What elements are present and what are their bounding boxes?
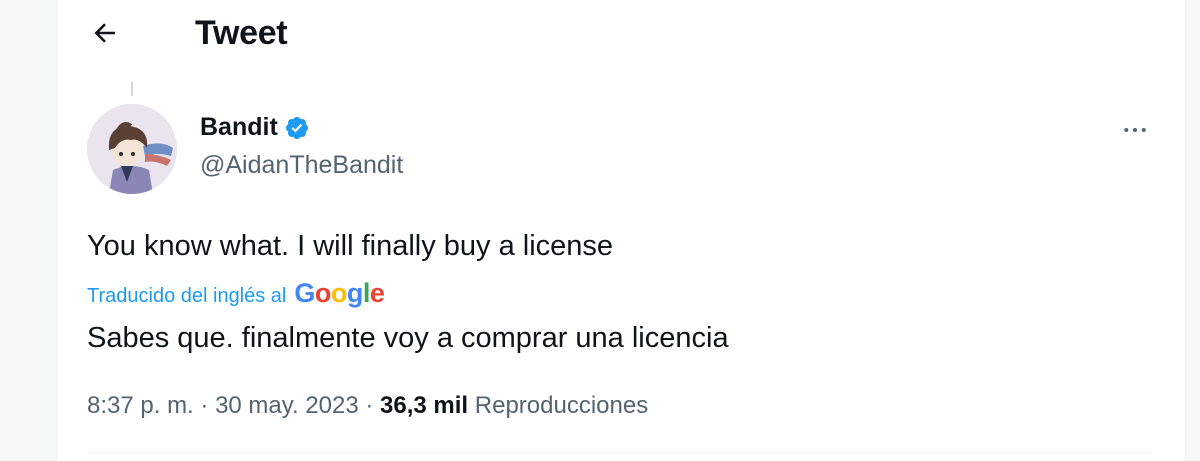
meta-separator: · (358, 392, 381, 419)
tweet-time-link[interactable]: 8:37 p. m. (87, 392, 194, 420)
views-label: Reproducciones (474, 392, 649, 419)
google-logo: Google (294, 278, 385, 308)
thread-connector-line (131, 82, 133, 96)
more-horizontal-icon (1124, 128, 1146, 132)
tweet-date-link[interactable]: 30 may. 2023 (215, 392, 359, 420)
divider (87, 452, 1153, 453)
views-count: 36,3 mil (380, 392, 469, 419)
avatar[interactable] (87, 104, 177, 194)
views-label-space (468, 392, 475, 420)
tweet-text: You know what. I will finally buy a lice… (87, 230, 614, 262)
meta-separator: · (193, 392, 216, 419)
avatar-illustration (87, 104, 177, 194)
author-display-name[interactable]: Bandit (200, 113, 278, 142)
arrow-left-icon (94, 23, 115, 43)
more-options-button[interactable] (1117, 112, 1153, 148)
verified-badge-icon (285, 116, 308, 139)
back-button[interactable] (85, 13, 125, 53)
author-handle[interactable]: @AidanTheBandit (200, 151, 403, 180)
page-title: Tweet (195, 14, 288, 52)
tweet-detail-column: Tweet Bandit @AidanTheBandit You know wh… (56, 0, 1186, 461)
translation-attribution[interactable]: Traducido del inglés al Google (87, 278, 385, 309)
author-name-row[interactable]: Bandit (200, 113, 310, 142)
tweet-meta: 8:37 p. m. · 30 may. 2023 · 36,3 mil Rep… (87, 392, 648, 420)
translated-tweet-text: Sabes que. finalmente voy a comprar una … (87, 322, 729, 354)
translation-label[interactable]: Traducido del inglés al (87, 285, 286, 308)
top-bar: Tweet (57, 0, 1185, 66)
